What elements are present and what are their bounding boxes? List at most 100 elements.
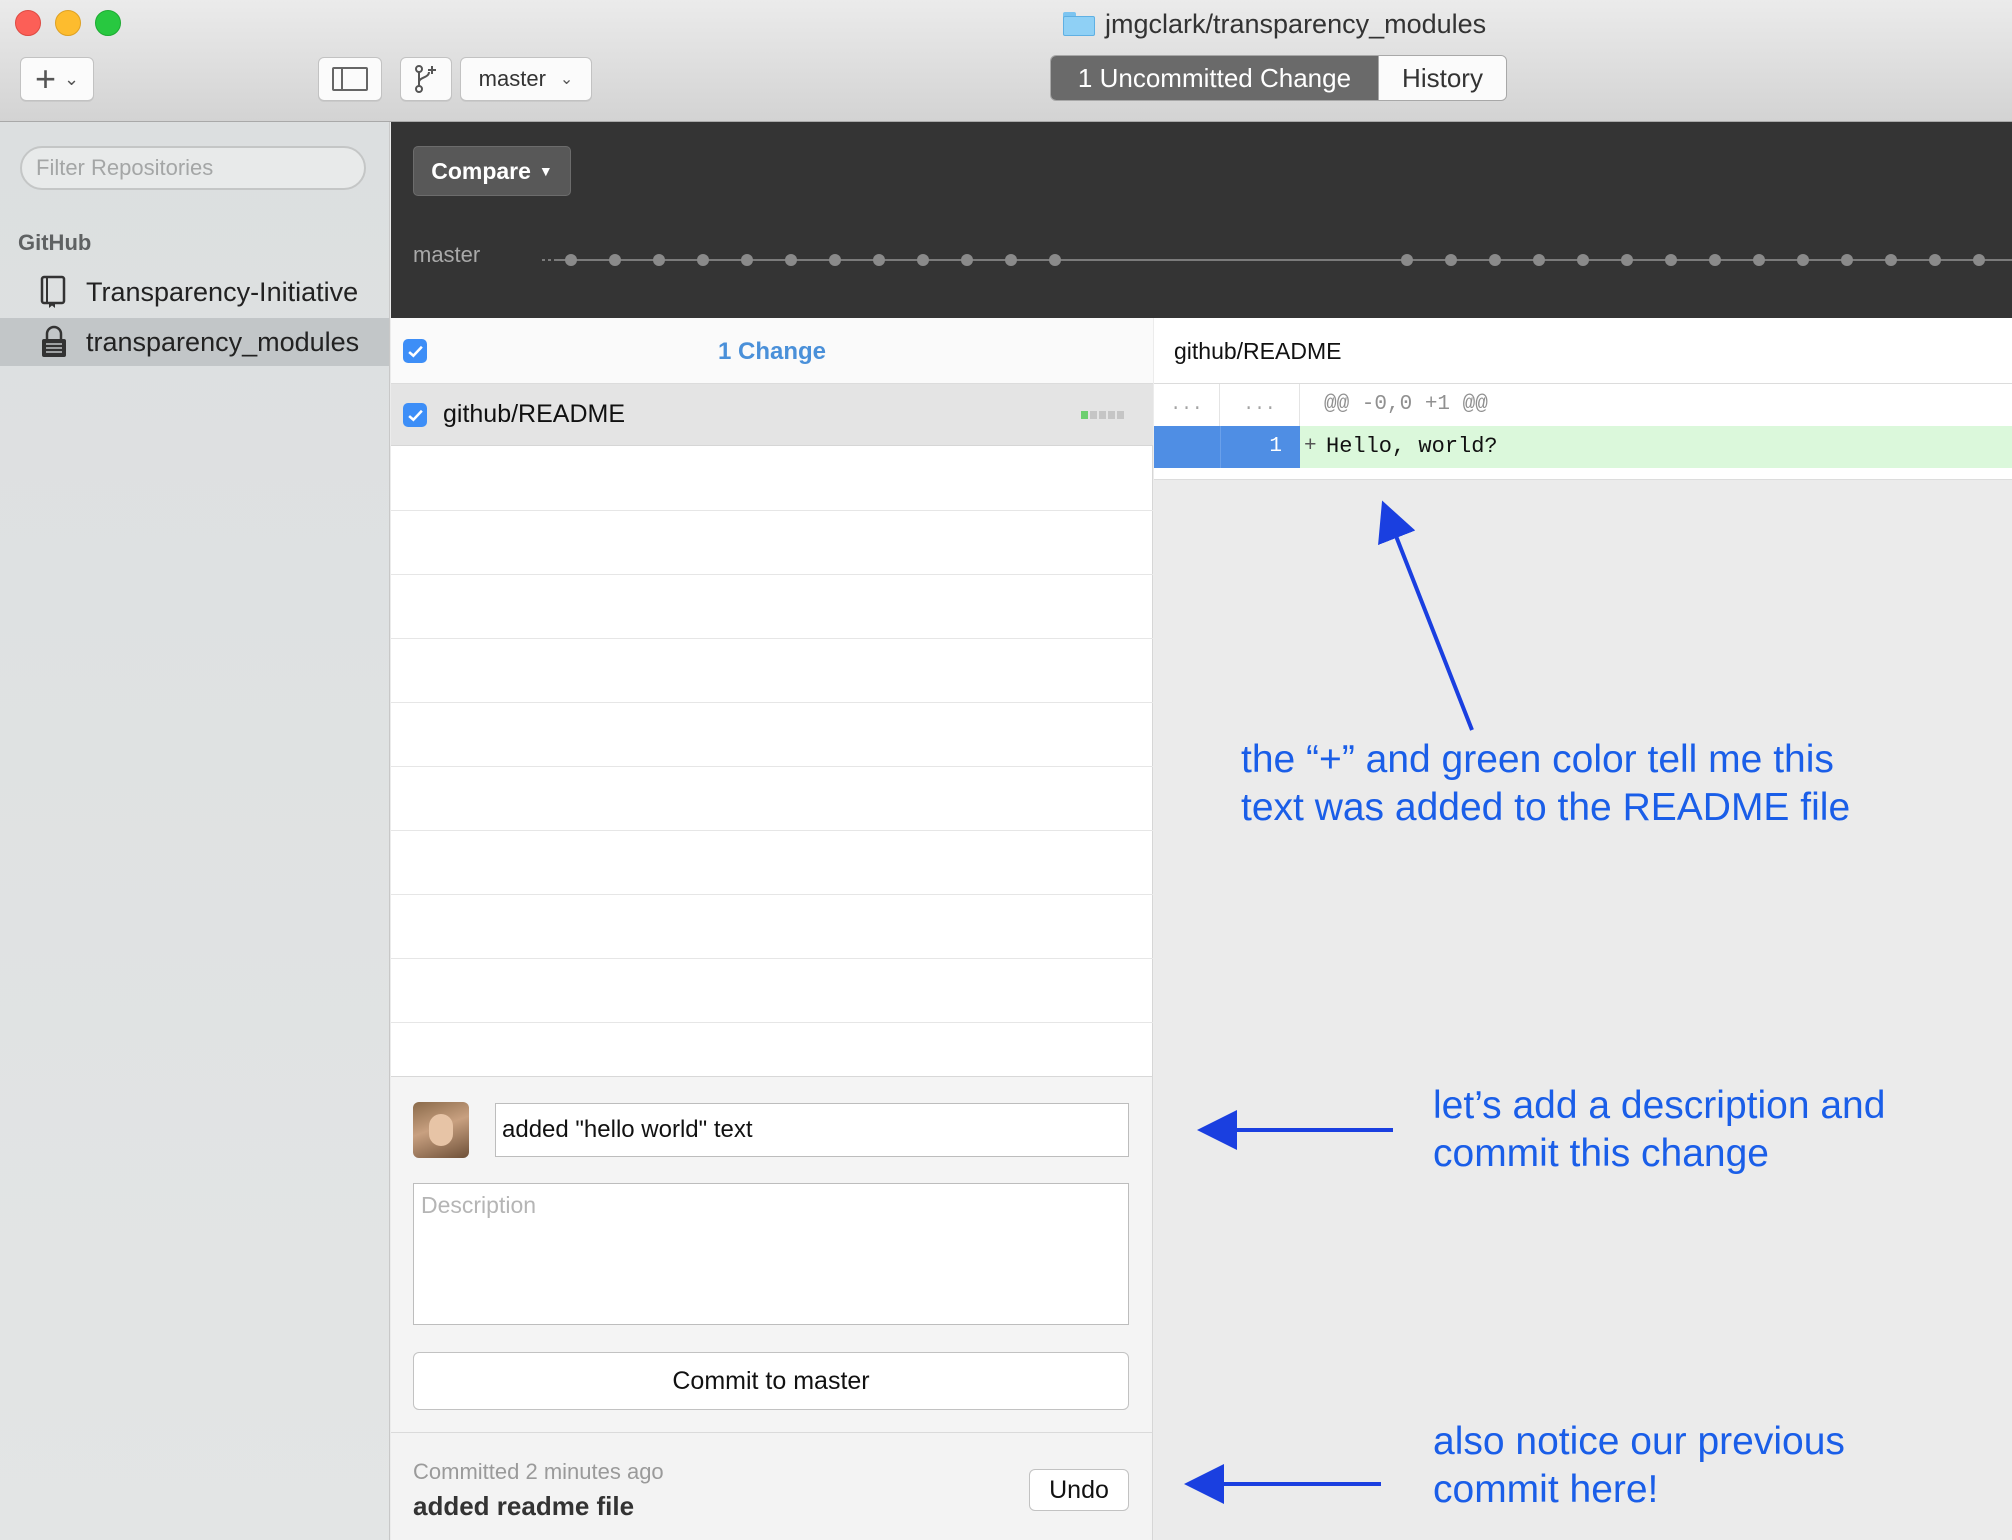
branch-icon — [415, 65, 436, 93]
commit-dot[interactable] — [917, 254, 929, 266]
diff-filename: github/README — [1174, 338, 1342, 364]
branch-timeline-header: Compare ▼ master — [391, 122, 2012, 318]
list-item — [391, 447, 1153, 511]
compare-button-label: Compare — [431, 157, 531, 184]
new-line-number: 1 — [1220, 426, 1300, 468]
add-repository-button[interactable]: + ⌄ — [20, 57, 94, 101]
last-commit-panel: Committed 2 minutes ago added readme fil… — [391, 1432, 1153, 1540]
undo-commit-button[interactable]: Undo — [1029, 1469, 1129, 1511]
title-bar: jmgclark/transparency_modules + ⌄ master… — [0, 0, 2012, 122]
sidebar: GitHub Transparency-Initiative transpare… — [0, 122, 390, 1540]
commit-dot[interactable] — [1533, 254, 1545, 266]
sidebar-item-label: Transparency-Initiative — [86, 276, 359, 307]
changes-count: 1 Change — [717, 338, 827, 365]
hunk-expand-old[interactable]: ... — [1154, 384, 1220, 426]
commit-dot[interactable] — [653, 254, 665, 266]
folder-icon — [1063, 12, 1095, 36]
changes-header: 1 Change — [391, 318, 1153, 384]
annotation-added-text: the “+” and green color tell me this tex… — [1241, 738, 1851, 829]
book-icon — [40, 275, 66, 308]
sidebar-item-label: transparency_modules — [86, 326, 360, 357]
list-item — [391, 511, 1153, 575]
close-window-button[interactable] — [15, 10, 41, 36]
commit-dot[interactable] — [1665, 254, 1677, 266]
last-commit-time: Committed 2 minutes ago — [413, 1459, 664, 1484]
checkmark-icon — [407, 409, 423, 422]
changed-file-path: github/README — [443, 400, 626, 428]
last-commit-message: added readme file — [413, 1491, 635, 1521]
added-line-sign: + — [1304, 435, 1317, 458]
list-item — [391, 575, 1153, 639]
lock-icon — [42, 325, 66, 357]
commit-dot[interactable] — [609, 254, 621, 266]
commit-dot[interactable] — [1577, 254, 1589, 266]
file-checkbox[interactable] — [403, 403, 427, 427]
commit-composer: Commit to master — [391, 1076, 1153, 1432]
commit-dot[interactable] — [1973, 254, 1985, 266]
changed-file-row[interactable]: github/README — [391, 384, 1153, 446]
branch-select[interactable]: master ⌄ — [460, 57, 592, 101]
list-item — [391, 959, 1153, 1023]
commit-dot[interactable] — [1445, 254, 1457, 266]
sidebar-section-title: GitHub — [18, 230, 92, 255]
list-item — [391, 767, 1153, 831]
tab-history[interactable]: History — [1378, 56, 1506, 100]
window-title-text: jmgclark/transparency_modules — [1105, 8, 1487, 39]
commit-dot[interactable] — [1797, 254, 1809, 266]
caret-down-icon: ▼ — [538, 163, 553, 179]
minimize-window-button[interactable] — [55, 10, 81, 36]
commit-summary-input[interactable] — [495, 1103, 1129, 1157]
window-title: jmgclark/transparency_modules — [1063, 6, 1486, 42]
commit-dot[interactable] — [1401, 254, 1413, 266]
diff-added-line[interactable]: 1 + Hello, world? — [1154, 426, 2012, 468]
commit-dot[interactable] — [1709, 254, 1721, 266]
diffstat-bar — [1081, 411, 1124, 419]
commit-button[interactable]: Commit to master — [413, 1352, 1129, 1410]
commit-dot[interactable] — [1489, 254, 1501, 266]
commit-dot[interactable] — [1005, 254, 1017, 266]
diff-table: ... ... @@ -0,0 +1 @@ 1 + Hello, world? — [1154, 384, 2012, 480]
create-branch-button[interactable] — [400, 57, 452, 101]
list-item — [391, 639, 1153, 703]
compare-button[interactable]: Compare ▼ — [413, 146, 571, 196]
commit-dot[interactable] — [961, 254, 973, 266]
chevron-down-icon: ⌄ — [559, 71, 574, 88]
view-switcher: 1 Uncommitted Change History — [1050, 55, 1507, 101]
commit-dot[interactable] — [1841, 254, 1853, 266]
toggle-sidebar-button[interactable] — [318, 57, 382, 101]
commit-description-input[interactable] — [413, 1183, 1129, 1325]
annotation-commit: let’s add a description and commit this … — [1433, 1084, 1886, 1175]
sidebar-item-transparency-initiative[interactable]: Transparency-Initiative — [0, 268, 389, 316]
commit-dot[interactable] — [697, 254, 709, 266]
diff-panel: github/README ... ... @@ -0,0 +1 @@ 1 + … — [1154, 318, 2012, 1540]
commit-dot[interactable] — [1753, 254, 1765, 266]
sidebar-icon — [332, 67, 368, 91]
tab-uncommitted-changes[interactable]: 1 Uncommitted Change — [1051, 56, 1378, 100]
added-line-text: Hello, world? — [1326, 434, 1498, 459]
plus-icon: + — [34, 58, 56, 99]
sidebar-item-transparency-modules[interactable]: transparency_modules — [0, 318, 389, 366]
commit-dot[interactable] — [1049, 254, 1061, 266]
commit-dot[interactable] — [1621, 254, 1633, 266]
list-item — [391, 895, 1153, 959]
old-line-number — [1154, 426, 1220, 468]
list-item — [391, 831, 1153, 895]
list-item — [391, 703, 1153, 767]
diff-header: github/README — [1154, 318, 2012, 384]
commit-dot[interactable] — [873, 254, 885, 266]
commit-timeline[interactable] — [391, 240, 2012, 280]
commit-dot[interactable] — [829, 254, 841, 266]
commit-dot[interactable] — [785, 254, 797, 266]
zoom-window-button[interactable] — [95, 10, 121, 36]
avatar — [413, 1102, 469, 1158]
hunk-expand-new[interactable]: ... — [1220, 384, 1300, 426]
annotation-previous-commit: also notice our previous commit here! — [1433, 1420, 1845, 1511]
chevron-down-icon: ⌄ — [63, 68, 80, 89]
commit-dot[interactable] — [741, 254, 753, 266]
filter-repositories-input[interactable] — [20, 146, 366, 190]
commit-dot[interactable] — [1885, 254, 1897, 266]
changes-panel: 1 Change github/README — [391, 318, 1153, 1076]
commit-dot[interactable] — [1929, 254, 1941, 266]
commit-dot[interactable] — [565, 254, 577, 266]
branch-select-label: master — [478, 66, 546, 91]
